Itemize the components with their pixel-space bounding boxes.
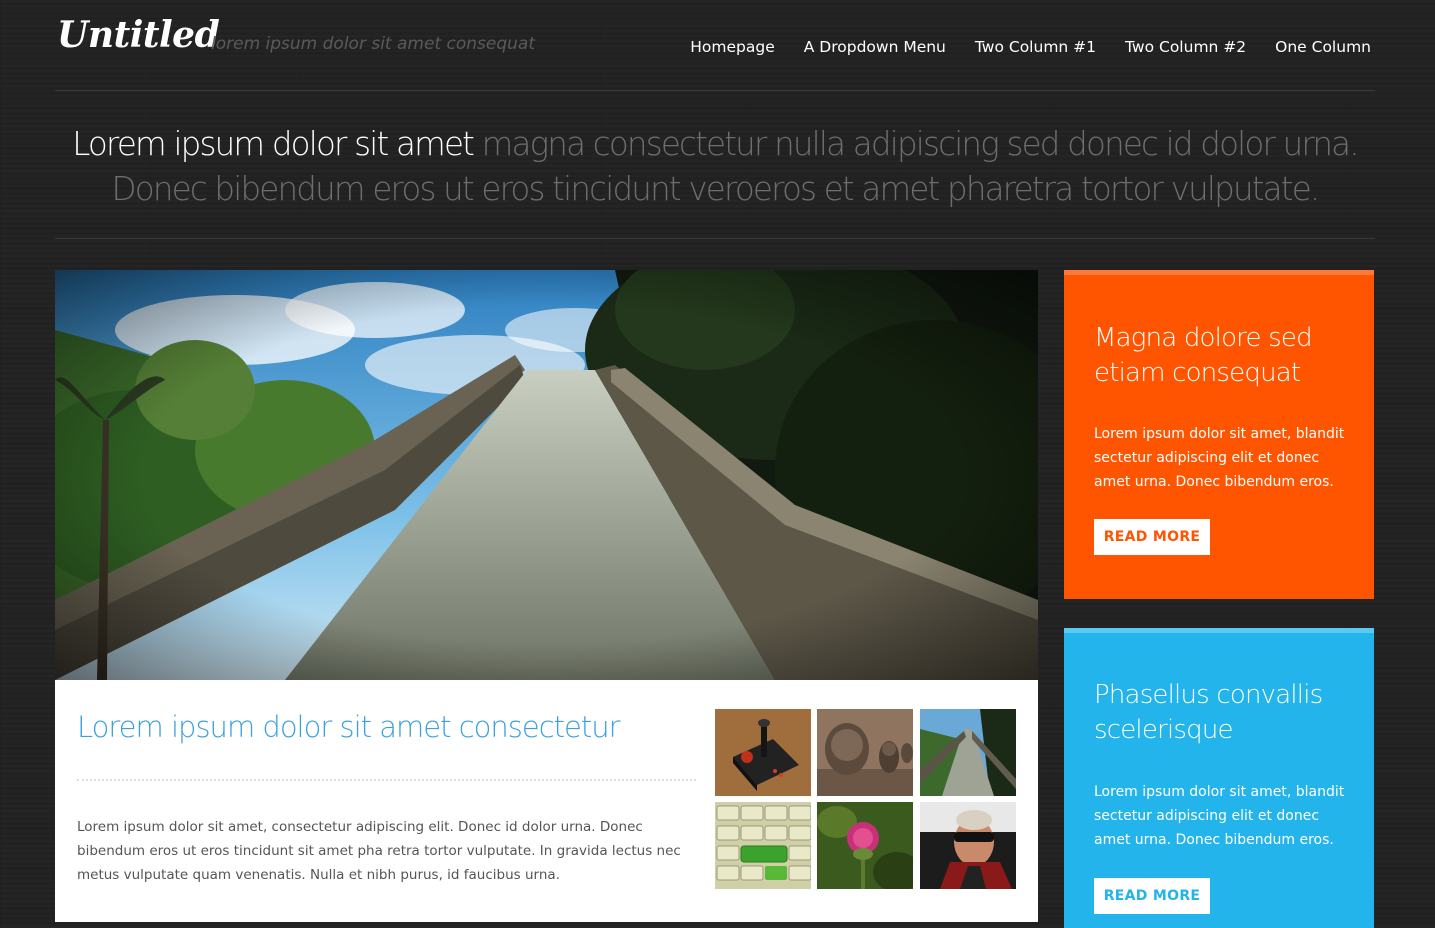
- post-title[interactable]: Lorem ipsum dolor sit amet consectetur: [77, 710, 621, 744]
- thumbnail-man[interactable]: [920, 802, 1016, 889]
- feature-box-orange: Magna dolore sed etiam consequat Lorem i…: [1064, 270, 1374, 599]
- hero-image: [55, 270, 1038, 680]
- thumbnail-keyboard[interactable]: [715, 802, 811, 889]
- nav-item-homepage[interactable]: Homepage: [690, 38, 775, 56]
- thumbnail-joystick[interactable]: [715, 709, 811, 796]
- page-wrapper: Untitled lorem ipsum dolor sit amet cons…: [55, 0, 1375, 928]
- site-header: Untitled lorem ipsum dolor sit amet cons…: [55, 0, 1375, 91]
- read-more-button[interactable]: READ MORE: [1094, 519, 1210, 555]
- feature-box-text: Lorem ipsum dolor sit amet, blandit sect…: [1094, 426, 1345, 490]
- nav-item-one-column[interactable]: One Column: [1275, 38, 1371, 56]
- feature-box-title: Magna dolore sed etiam consequat: [1094, 323, 1313, 388]
- main-post: Lorem ipsum dolor sit amet consectetur L…: [55, 270, 1038, 922]
- site-logo[interactable]: Untitled: [57, 14, 220, 56]
- nav-item-two-column-1[interactable]: Two Column #1: [975, 38, 1096, 56]
- banner-highlight: Lorem ipsum dolor sit amet: [72, 125, 475, 163]
- bridge-path-illustration: [55, 270, 1038, 680]
- post-body: Lorem ipsum dolor sit amet, consectetur …: [77, 819, 681, 883]
- nav-item-two-column-2[interactable]: Two Column #2: [1125, 38, 1246, 56]
- read-more-button[interactable]: READ MORE: [1094, 878, 1210, 914]
- post-divider: [77, 779, 696, 781]
- feature-box-blue: Phasellus convallis scelerisque Lorem ip…: [1064, 628, 1374, 928]
- site-tagline: lorem ipsum dolor sit amet consequat: [211, 34, 535, 54]
- main-nav: Homepage A Dropdown Menu Two Column #1 T…: [661, 38, 1371, 56]
- thumbnail-statues[interactable]: [817, 709, 913, 796]
- thumbnail-thistle[interactable]: [817, 802, 913, 889]
- intro-banner: Lorem ipsum dolor sit amet magna consect…: [55, 91, 1375, 239]
- thumbnail-gallery: [715, 709, 1017, 889]
- nav-item-dropdown-menu[interactable]: A Dropdown Menu: [804, 38, 946, 56]
- thumbnail-bridge[interactable]: [920, 709, 1016, 796]
- feature-box-text: Lorem ipsum dolor sit amet, blandit sect…: [1094, 784, 1345, 848]
- feature-box-title: Phasellus convallis scelerisque: [1094, 680, 1323, 745]
